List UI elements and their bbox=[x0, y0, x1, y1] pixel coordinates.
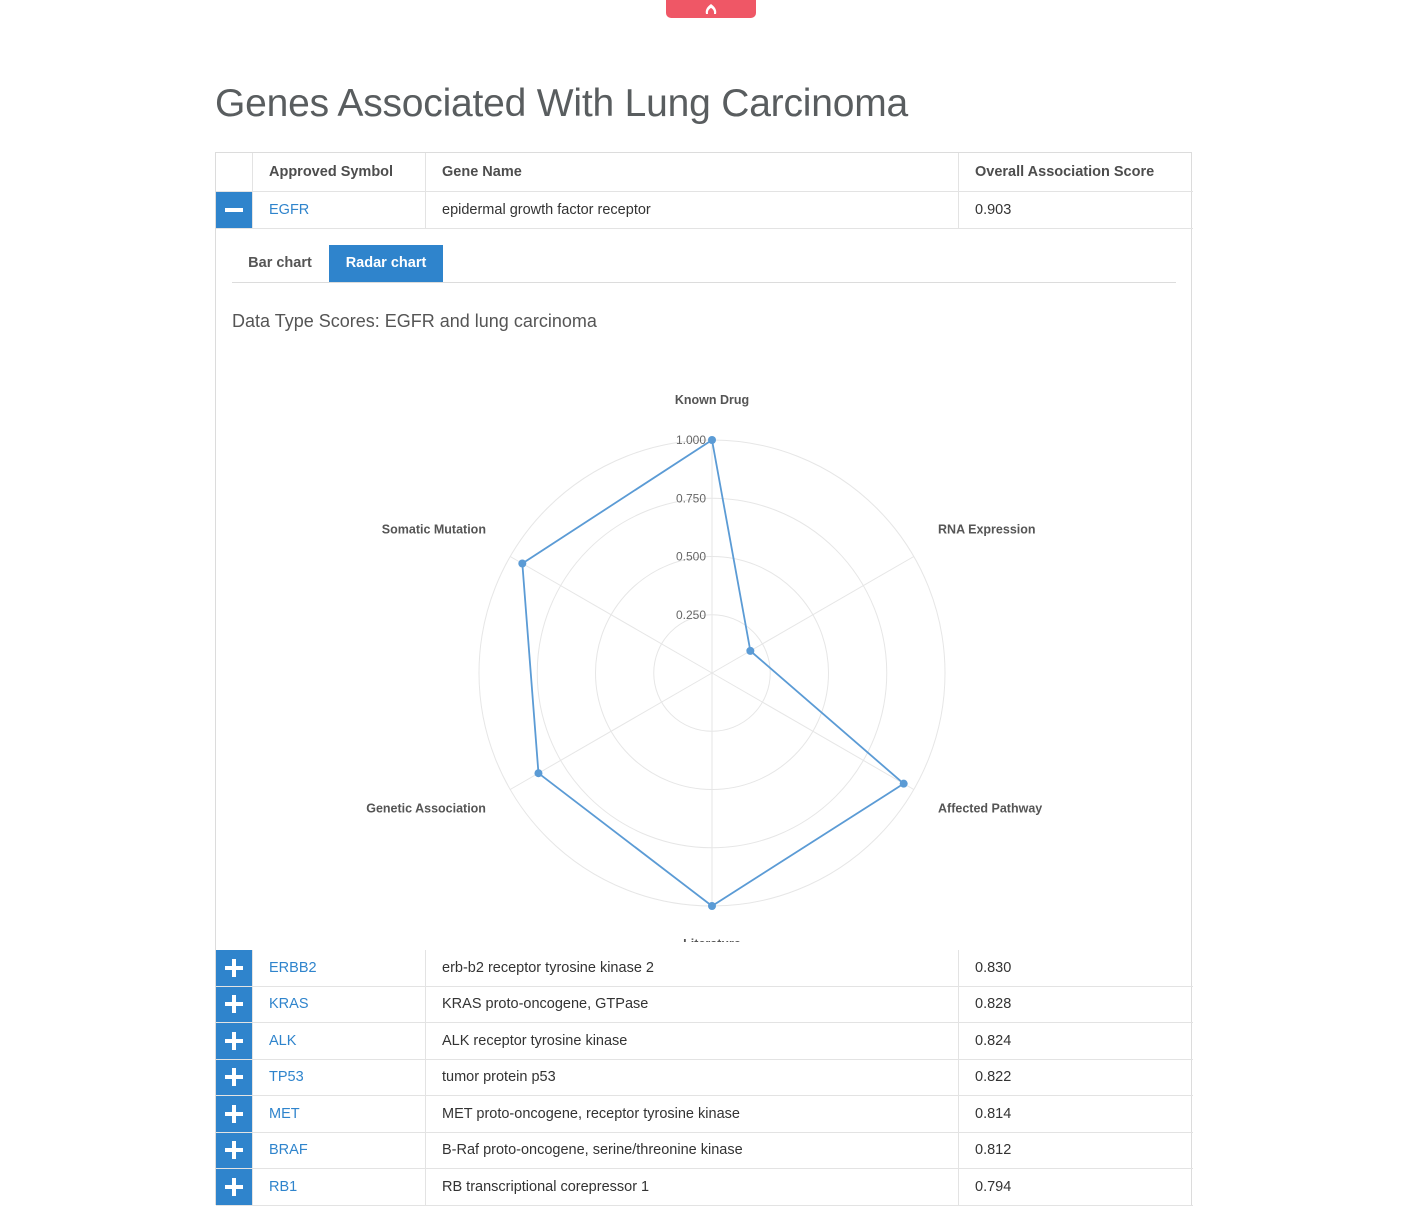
gene-name: epidermal growth factor receptor bbox=[442, 202, 651, 218]
gene-name: B-Raf proto-oncogene, serine/threonine k… bbox=[442, 1142, 743, 1159]
association-score: 0.828 bbox=[975, 996, 1012, 1013]
table-row-expanded: EGFR epidermal growth factor receptor 0.… bbox=[216, 192, 1193, 229]
association-score: 0.822 bbox=[975, 1069, 1012, 1086]
data-point[interactable] bbox=[518, 559, 527, 568]
column-header-symbol[interactable]: Approved Symbol bbox=[252, 153, 425, 191]
radial-tick-label: 1.000 bbox=[676, 433, 706, 447]
association-score: 0.814 bbox=[975, 1105, 1012, 1122]
radial-tick-label: 0.750 bbox=[676, 491, 706, 505]
data-point[interactable] bbox=[708, 902, 716, 910]
chart-tabs: Bar chart Radar chart bbox=[232, 245, 1176, 283]
expand-button[interactable] bbox=[216, 1169, 252, 1205]
gene-symbol-link[interactable]: MET bbox=[269, 1106, 300, 1122]
chart-title: Data Type Scores: EGFR and lung carcinom… bbox=[232, 311, 597, 331]
data-point[interactable] bbox=[534, 769, 543, 778]
expand-button[interactable] bbox=[216, 950, 252, 986]
series-line bbox=[521, 438, 906, 908]
data-point[interactable] bbox=[708, 436, 716, 444]
gene-name: KRAS proto-oncogene, GTPase bbox=[442, 996, 649, 1013]
flame-icon bbox=[705, 4, 717, 14]
table-row: ALK ALK receptor tyrosine kinase 0.824 bbox=[216, 1023, 1193, 1060]
table-row: RB1 RB transcriptional corepressor 1 0.794 bbox=[216, 1169, 1193, 1206]
association-score: 0.794 bbox=[975, 1178, 1012, 1195]
axis-label: Literature bbox=[683, 937, 741, 942]
table-row: MET MET proto-oncogene, receptor tyrosine… bbox=[216, 1096, 1193, 1133]
gene-name: RB transcriptional corepressor 1 bbox=[442, 1178, 650, 1195]
table-row: ERBB2 erb-b2 receptor tyrosine kinase 2 0.… bbox=[216, 950, 1193, 987]
radial-tick-label: 0.500 bbox=[676, 550, 706, 564]
association-score: 0.830 bbox=[975, 959, 1012, 976]
detail-panel: Bar chart Radar chart Data Type Scores: … bbox=[216, 230, 1191, 950]
top-tab[interactable] bbox=[666, 0, 756, 18]
grid-spoke bbox=[711, 672, 915, 790]
association-score: 0.824 bbox=[975, 1032, 1012, 1049]
gene-symbol-link[interactable]: RB1 bbox=[269, 1179, 297, 1195]
axis-label: Genetic Association bbox=[366, 802, 486, 816]
grid-spoke bbox=[711, 556, 915, 674]
axis-label: Somatic Mutation bbox=[382, 523, 486, 537]
gene-symbol-link[interactable]: EGFR bbox=[269, 202, 309, 218]
table-header: Approved Symbol Gene Name Overall Associ… bbox=[216, 153, 1193, 192]
table-row: BRAF B-Raf proto-oncogene, serine/threoni… bbox=[216, 1132, 1193, 1169]
association-score: 0.812 bbox=[975, 1142, 1012, 1159]
data-point[interactable] bbox=[746, 646, 755, 655]
radial-tick-label: 0.250 bbox=[676, 608, 706, 622]
expand-button[interactable] bbox=[216, 1059, 252, 1095]
gene-name: MET proto-oncogene, receptor tyrosine ki… bbox=[442, 1105, 740, 1122]
gene-name: ALK receptor tyrosine kinase bbox=[442, 1032, 628, 1049]
association-score: 0.903 bbox=[975, 202, 1012, 218]
gene-symbol-link[interactable]: ERBB2 bbox=[269, 960, 317, 976]
gene-symbol-link[interactable]: TP53 bbox=[269, 1069, 304, 1085]
table-row: KRAS KRAS proto-oncogene, GTPase 0.828 bbox=[216, 986, 1193, 1023]
expand-button[interactable] bbox=[216, 1132, 252, 1168]
genes-table: Approved Symbol Gene Name Overall Associ… bbox=[215, 152, 1193, 1206]
data-point[interactable] bbox=[899, 779, 908, 788]
collapse-button[interactable] bbox=[216, 192, 252, 228]
tab-bar-chart[interactable]: Bar chart bbox=[232, 245, 328, 282]
axis-label: Known Drug bbox=[675, 393, 749, 407]
gene-name: erb-b2 receptor tyrosine kinase 2 bbox=[442, 959, 654, 976]
page-title: Genes Associated With Lung Carcinoma bbox=[215, 82, 908, 125]
tab-radar-chart[interactable]: Radar chart bbox=[329, 245, 443, 282]
axis-label: RNA Expression bbox=[938, 523, 1035, 537]
gene-symbol-link[interactable]: KRAS bbox=[269, 996, 309, 1012]
axis-label: Affected Pathway bbox=[938, 802, 1042, 816]
column-header-gene-name[interactable]: Gene Name bbox=[425, 153, 958, 191]
expand-button[interactable] bbox=[216, 1023, 252, 1059]
column-header-score[interactable]: Overall Association Score bbox=[958, 153, 1193, 191]
table-row: TP53 tumor protein p53 0.822 bbox=[216, 1059, 1193, 1096]
gene-name: tumor protein p53 bbox=[442, 1069, 556, 1086]
gene-symbol-link[interactable]: ALK bbox=[269, 1033, 296, 1049]
expand-button[interactable] bbox=[216, 1096, 252, 1132]
gene-symbol-link[interactable]: BRAF bbox=[269, 1142, 308, 1158]
radar-chart: 0.250 0.500 0.750 1.000 Known Drug RNA Expres… bbox=[366, 393, 1042, 942]
expand-button[interactable] bbox=[216, 986, 252, 1022]
